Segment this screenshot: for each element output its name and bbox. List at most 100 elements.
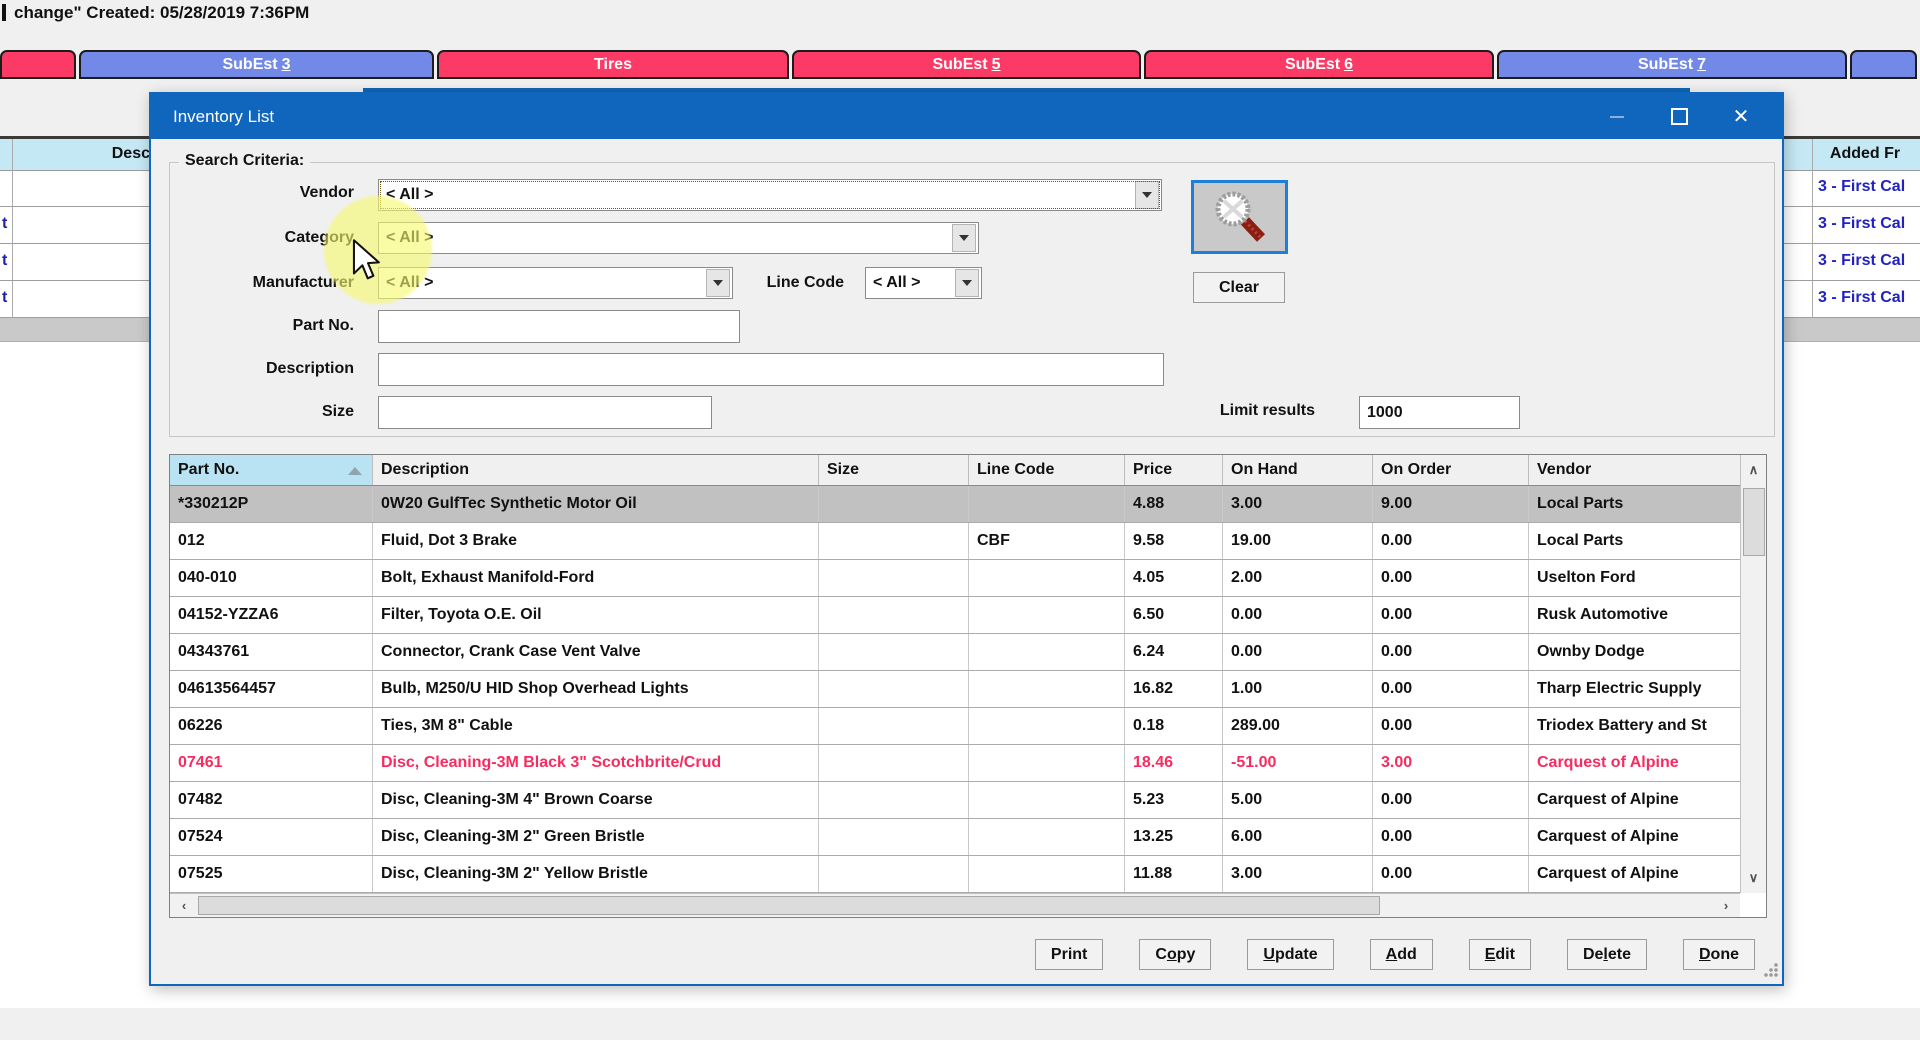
table-row[interactable]: 07482Disc, Cleaning-3M 4" Brown Coarse5.… [170,782,1740,819]
cell-on-order: 0.00 [1373,782,1529,818]
scroll-left-button[interactable]: ‹ [170,894,198,917]
vertical-scroll-thumb[interactable] [1743,488,1765,556]
cell-desc: Bulb, M250/U HID Shop Overhead Lights [373,671,819,707]
tab-subest6[interactable]: SubEst6 [1144,50,1494,79]
column-header-description[interactable]: Description [373,455,819,485]
cell-on-order: 0.00 [1373,671,1529,707]
description-input[interactable] [378,353,1164,386]
horizontal-scroll-thumb[interactable] [198,896,1380,915]
cell-on-hand: 289.00 [1223,708,1373,744]
clear-button[interactable]: Clear [1193,272,1285,303]
tab-tires[interactable]: Tires [437,50,789,79]
size-input[interactable] [378,396,712,429]
tab-partial[interactable] [1850,50,1917,79]
cell-on-hand: 1.00 [1223,671,1373,707]
column-header-size[interactable]: Size [819,455,969,485]
edit-button[interactable]: Edit [1469,939,1531,970]
limit-results-input[interactable]: 1000 [1359,396,1520,429]
line-code-dropdown-button[interactable] [955,269,979,297]
chevron-down-icon [959,235,969,241]
category-combobox[interactable]: < All > [378,222,979,254]
cell-desc: Ties, 3M 8" Cable [373,708,819,744]
cell-on-hand: 0.00 [1223,634,1373,670]
maximize-button[interactable] [1648,94,1710,139]
dialog-titlebar[interactable]: Inventory List ✕ [151,94,1782,139]
description-label: Description [171,360,354,378]
cell-on-order: 0.00 [1373,856,1529,892]
tab-subest3[interactable]: SubEst3 [79,50,434,79]
column-header-on-order[interactable]: On Order [1373,455,1529,485]
print-button[interactable]: Print [1035,939,1103,970]
line-code-combobox[interactable]: < All > [865,267,982,299]
column-header-vendor[interactable]: Vendor [1529,455,1740,485]
cell-on-hand: 6.00 [1223,819,1373,855]
maximize-icon [1671,108,1688,125]
column-header-on-hand[interactable]: On Hand [1223,455,1373,485]
background-column-added-from: Added Fr [1812,145,1918,163]
cell-vendor: Local Parts [1529,523,1740,559]
cell-part: 04343761 [170,634,373,670]
part-no-input[interactable] [378,310,740,343]
cell-size [819,671,969,707]
scroll-right-button[interactable]: › [1712,894,1740,917]
cell-part: 040-010 [170,560,373,596]
category-dropdown-button[interactable] [952,224,976,252]
tab-partial[interactable] [0,50,76,79]
column-header-label: Size [827,461,859,479]
table-row[interactable]: 012Fluid, Dot 3 BrakeCBF9.5819.000.00Loc… [170,523,1740,560]
table-row[interactable]: *330212P0W20 GulfTec Synthetic Motor Oil… [170,486,1740,523]
added-from-cell: 3 - First Cal [1818,215,1905,233]
manufacturer-combobox[interactable]: < All > [378,267,733,299]
tab-mnemonic: 7 [1697,56,1706,74]
column-header-price[interactable]: Price [1125,455,1223,485]
done-button[interactable]: Done [1683,939,1755,970]
magnifier-icon [1211,188,1269,246]
tab-label: SubEst [932,56,987,74]
table-row[interactable]: 04343761Connector, Crank Case Vent Valve… [170,634,1740,671]
delete-button[interactable]: Delete [1567,939,1647,970]
scroll-up-button[interactable]: ∧ [1741,455,1766,485]
minimize-button[interactable] [1586,94,1648,139]
search-button[interactable] [1191,180,1288,254]
table-row[interactable]: 06226Ties, 3M 8" Cable0.18289.000.00Trio… [170,708,1740,745]
table-row[interactable]: 07525Disc, Cleaning-3M 2" Yellow Bristle… [170,856,1740,893]
table-row[interactable]: 040-010Bolt, Exhaust Manifold-Ford4.052.… [170,560,1740,597]
cell-desc: Connector, Crank Case Vent Valve [373,634,819,670]
cell-size [819,523,969,559]
cell-vendor: Uselton Ford [1529,560,1740,596]
manufacturer-label: Manufacturer [171,274,354,292]
update-button[interactable]: Update [1247,939,1333,970]
cell-part: 012 [170,523,373,559]
table-row[interactable]: 04152-YZZA6Filter, Toyota O.E. Oil6.500.… [170,597,1740,634]
resize-grip-icon[interactable] [1763,962,1779,978]
tab-mnemonic: 5 [992,56,1001,74]
vendor-dropdown-button[interactable] [1135,181,1159,209]
close-icon: ✕ [1733,107,1750,127]
column-header-part-no-[interactable]: Part No. [170,455,373,485]
cell-price: 5.23 [1125,782,1223,818]
estimate-status-text: change" Created: 05/28/2019 7:36PM [14,3,309,23]
vendor-combobox[interactable]: < All > [378,179,1162,211]
table-row[interactable]: 07461Disc, Cleaning-3M Black 3" Scotchbr… [170,745,1740,782]
clipped-text-fragment [2,4,6,21]
horizontal-scrollbar[interactable]: ‹ › [170,893,1740,917]
copy-button[interactable]: Copy [1139,939,1211,970]
tab-subest7[interactable]: SubEst7 [1497,50,1847,79]
close-button[interactable]: ✕ [1710,94,1772,139]
button-label-part: pdate [1275,946,1318,964]
cell-line [969,708,1125,744]
scroll-down-button[interactable]: ∨ [1741,863,1766,893]
cell-line [969,745,1125,781]
tab-subest5[interactable]: SubEst 5 [792,50,1141,79]
added-from-cell: 3 - First Cal [1818,289,1905,307]
table-row[interactable]: 04613564457Bulb, M250/U HID Shop Overhea… [170,671,1740,708]
inventory-table: Part No.DescriptionSizeLine CodePriceOn … [169,454,1767,918]
vertical-scrollbar[interactable]: ∧ ∨ [1740,455,1766,893]
column-header-line-code[interactable]: Line Code [969,455,1125,485]
cell-part: 07525 [170,856,373,892]
add-button[interactable]: Add [1370,939,1433,970]
cell-desc: 0W20 GulfTec Synthetic Motor Oil [373,486,819,522]
column-header-label: Vendor [1537,461,1591,479]
table-row[interactable]: 07524Disc, Cleaning-3M 2" Green Bristle1… [170,819,1740,856]
table-header-row: Part No.DescriptionSizeLine CodePriceOn … [170,455,1740,486]
